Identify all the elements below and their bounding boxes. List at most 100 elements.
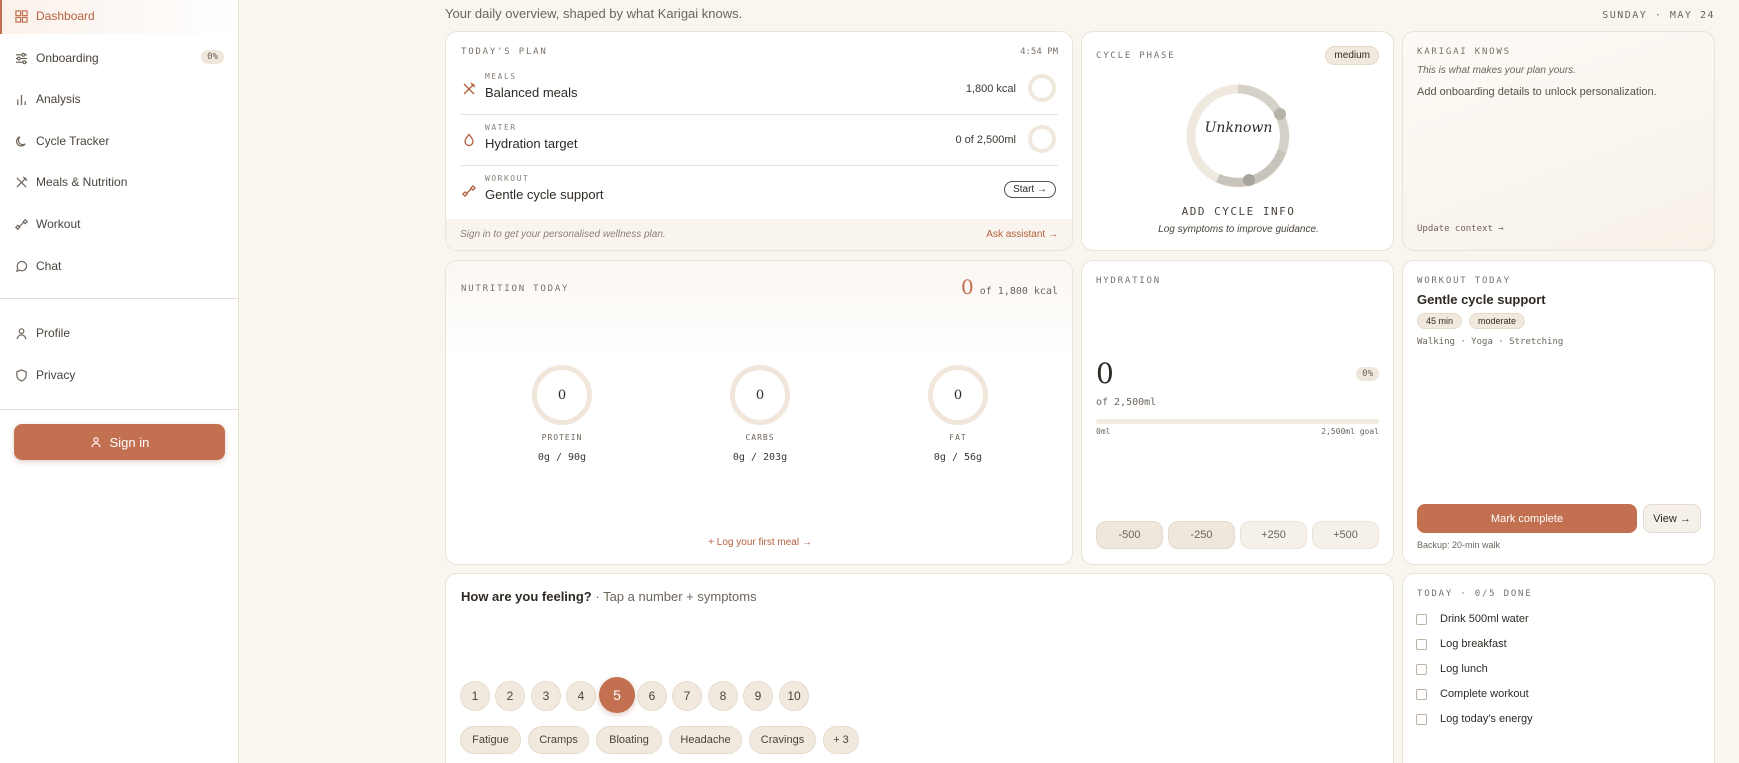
- workout-duration-tag: 45 min: [1417, 313, 1463, 329]
- plan-row-water[interactable]: WATER Hydration target 0 of 2,500ml: [460, 115, 1058, 166]
- sidebar-item-chat[interactable]: Chat: [0, 248, 238, 284]
- symptom-chip-cramps[interactable]: Cramps: [528, 726, 589, 754]
- feeling-score-2[interactable]: 2: [495, 681, 525, 711]
- task-item[interactable]: Complete workout: [1416, 688, 1529, 700]
- sidebar-item-label: Dashboard: [36, 9, 95, 23]
- sidebar-item-dashboard[interactable]: Dashboard: [0, 0, 238, 34]
- feeling-score-4[interactable]: 4: [566, 681, 596, 711]
- sidebar-item-label: Chat: [36, 259, 62, 273]
- card-caption: TODAY · 0/5 DONE: [1417, 589, 1533, 599]
- cycle-note: Log symptoms to improve guidance.: [1158, 224, 1319, 235]
- sidebar-item-privacy[interactable]: Privacy: [0, 357, 238, 393]
- macro-carbs: 0 CARBS 0g / 203g: [705, 365, 815, 463]
- log-first-meal-link[interactable]: + Log your first meal →: [446, 537, 1072, 548]
- sidebar-item-profile[interactable]: Profile: [0, 315, 238, 351]
- feeling-score-9[interactable]: 9: [743, 681, 773, 711]
- card-caption: CYCLE PHASE: [1096, 51, 1176, 61]
- symptom-chip-fatigue[interactable]: Fatigue: [460, 726, 521, 754]
- task-label: Complete workout: [1440, 688, 1529, 700]
- hydration-minus-500-button[interactable]: -500: [1096, 521, 1163, 549]
- sign-in-button[interactable]: Sign in: [14, 424, 225, 460]
- sidebar-item-workout[interactable]: Workout: [0, 206, 238, 242]
- card-caption: KARIGAI KNOWS: [1417, 47, 1511, 57]
- feeling-prompt: How are you feeling? · Tap a number + sy…: [461, 589, 757, 604]
- plan-footer: Sign in to get your personalised wellnes…: [446, 219, 1072, 250]
- hydration-minus-250-button[interactable]: -250: [1168, 521, 1235, 549]
- utensils-icon: [462, 82, 476, 101]
- knows-tagline: This is what makes your plan yours.: [1417, 65, 1576, 76]
- mark-complete-button[interactable]: Mark complete: [1417, 504, 1637, 533]
- macro-ring: 0: [532, 365, 592, 425]
- user-icon: [91, 437, 101, 448]
- bar-chart-icon: [14, 92, 28, 106]
- sidebar-item-label: Workout: [36, 217, 81, 231]
- macro-label: PROTEIN: [541, 433, 583, 442]
- sidebar-item-onboarding[interactable]: Onboarding 0%: [0, 40, 238, 76]
- task-checkbox[interactable]: [1416, 613, 1427, 625]
- sidebar-item-label: Cycle Tracker: [36, 134, 110, 148]
- plan-footer-note: Sign in to get your personalised wellnes…: [460, 229, 666, 240]
- macro-label: CARBS: [745, 433, 775, 442]
- row-value: 1,800 kcal: [965, 83, 1016, 95]
- task-item[interactable]: Log today's energy: [1416, 713, 1533, 725]
- macro-ring: 0: [928, 365, 988, 425]
- plan-time: 4:54 PM: [1020, 47, 1058, 57]
- row-title: Hydration target: [485, 136, 578, 151]
- feeling-score-5-selected[interactable]: 5: [599, 677, 635, 713]
- feeling-hint: · Tap a number + symptoms: [591, 589, 757, 604]
- feeling-score-7[interactable]: 7: [672, 681, 702, 711]
- hydration-of: of 2,500ml: [1096, 397, 1157, 408]
- symptom-chip-more[interactable]: + 3: [823, 726, 859, 754]
- add-cycle-info-button[interactable]: ADD CYCLE INFO: [1082, 205, 1393, 218]
- task-item[interactable]: Log lunch: [1416, 663, 1488, 675]
- hydration-plus-500-button[interactable]: +500: [1312, 521, 1379, 549]
- task-item[interactable]: Log breakfast: [1416, 638, 1507, 650]
- task-checkbox[interactable]: [1416, 663, 1427, 675]
- feeling-score-6[interactable]: 6: [637, 681, 667, 711]
- sidebar-item-label: Privacy: [36, 368, 76, 382]
- plan-row-meals[interactable]: MEALS Balanced meals 1,800 kcal: [460, 64, 1058, 115]
- card-caption: TODAY'S PLAN: [461, 47, 548, 57]
- symptom-chip-bloating[interactable]: Bloating: [596, 726, 662, 754]
- card-caption: WORKOUT TODAY: [1417, 276, 1511, 286]
- feeling-score-10[interactable]: 10: [779, 681, 809, 711]
- sidebar-item-label: Meals & Nutrition: [36, 175, 128, 189]
- cycle-intensity-badge: medium: [1325, 46, 1379, 65]
- row-caption: MEALS: [485, 72, 517, 81]
- sidebar-item-cycle-tracker[interactable]: Cycle Tracker: [0, 123, 238, 159]
- workout-activities: Walking · Yoga · Stretching: [1417, 337, 1564, 347]
- macro-detail: 0g / 56g: [933, 452, 983, 463]
- hydration-plus-250-button[interactable]: +250: [1240, 521, 1307, 549]
- task-checkbox[interactable]: [1416, 713, 1427, 725]
- sidebar-item-label: Profile: [36, 326, 71, 340]
- hydration-percent-badge: 0%: [1356, 367, 1379, 381]
- water-progress-ring: [1028, 125, 1056, 153]
- macro-detail: 0g / 203g: [732, 452, 788, 463]
- symptom-chip-cravings[interactable]: Cravings: [749, 726, 816, 754]
- update-context-link[interactable]: Update context →: [1417, 224, 1504, 234]
- calories-consumed: 0: [960, 275, 974, 299]
- feeling-score-1[interactable]: 1: [460, 681, 490, 711]
- karigai-knows-card: KARIGAI KNOWS This is what makes your pl…: [1402, 31, 1715, 251]
- task-checkbox[interactable]: [1416, 638, 1427, 650]
- workout-backup: Backup: 20-min walk: [1417, 540, 1501, 550]
- cycle-phase-ring: [1186, 84, 1290, 188]
- view-workout-button[interactable]: View →: [1643, 504, 1701, 533]
- feeling-question: How are you feeling?: [461, 589, 592, 604]
- sidebar-divider: [0, 409, 238, 410]
- symptom-chip-headache[interactable]: Headache: [669, 726, 742, 754]
- ask-assistant-link[interactable]: Ask assistant →: [986, 229, 1058, 240]
- workout-title: Gentle cycle support: [1417, 292, 1546, 307]
- sidebar-item-meals-nutrition[interactable]: Meals & Nutrition: [0, 164, 238, 200]
- sidebar-item-analysis[interactable]: Analysis: [0, 81, 238, 117]
- task-checkbox[interactable]: [1416, 688, 1427, 700]
- workout-intensity-tag: moderate: [1469, 313, 1526, 329]
- start-workout-button[interactable]: Start →: [1004, 181, 1056, 198]
- task-item[interactable]: Drink 500ml water: [1416, 613, 1529, 625]
- task-label: Log lunch: [1440, 663, 1488, 675]
- feeling-score-8[interactable]: 8: [708, 681, 738, 711]
- current-date: SUNDAY · MAY 24: [1602, 10, 1715, 21]
- sidebar-item-label: Analysis: [36, 92, 81, 106]
- plan-row-workout[interactable]: WORKOUT Gentle cycle support Start →: [460, 166, 1058, 217]
- feeling-score-3[interactable]: 3: [531, 681, 561, 711]
